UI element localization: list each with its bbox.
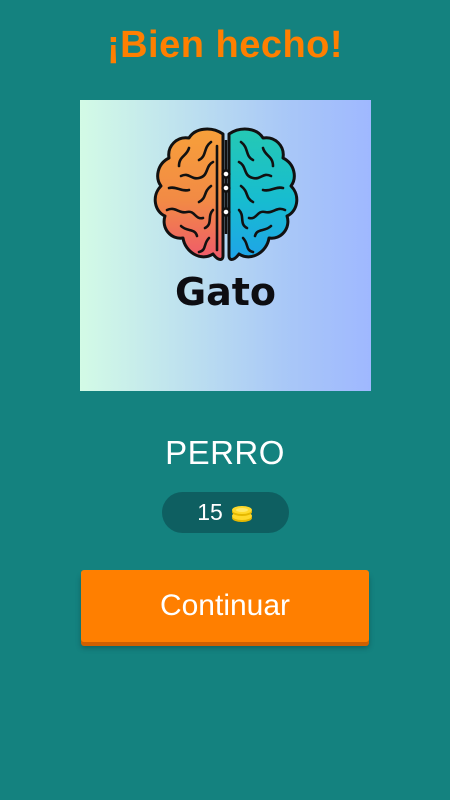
coin-badge: 15 <box>162 492 289 533</box>
question-image-card: Gato <box>80 100 371 391</box>
card-word: Gato <box>174 270 277 314</box>
coin-count: 15 <box>197 499 223 525</box>
brain-icon <box>153 127 299 261</box>
page-title: ¡Bien hecho! <box>106 24 344 66</box>
coins-icon <box>231 505 252 522</box>
answer-text: PERRO <box>165 434 285 471</box>
continue-button[interactable]: Continuar <box>81 570 369 642</box>
